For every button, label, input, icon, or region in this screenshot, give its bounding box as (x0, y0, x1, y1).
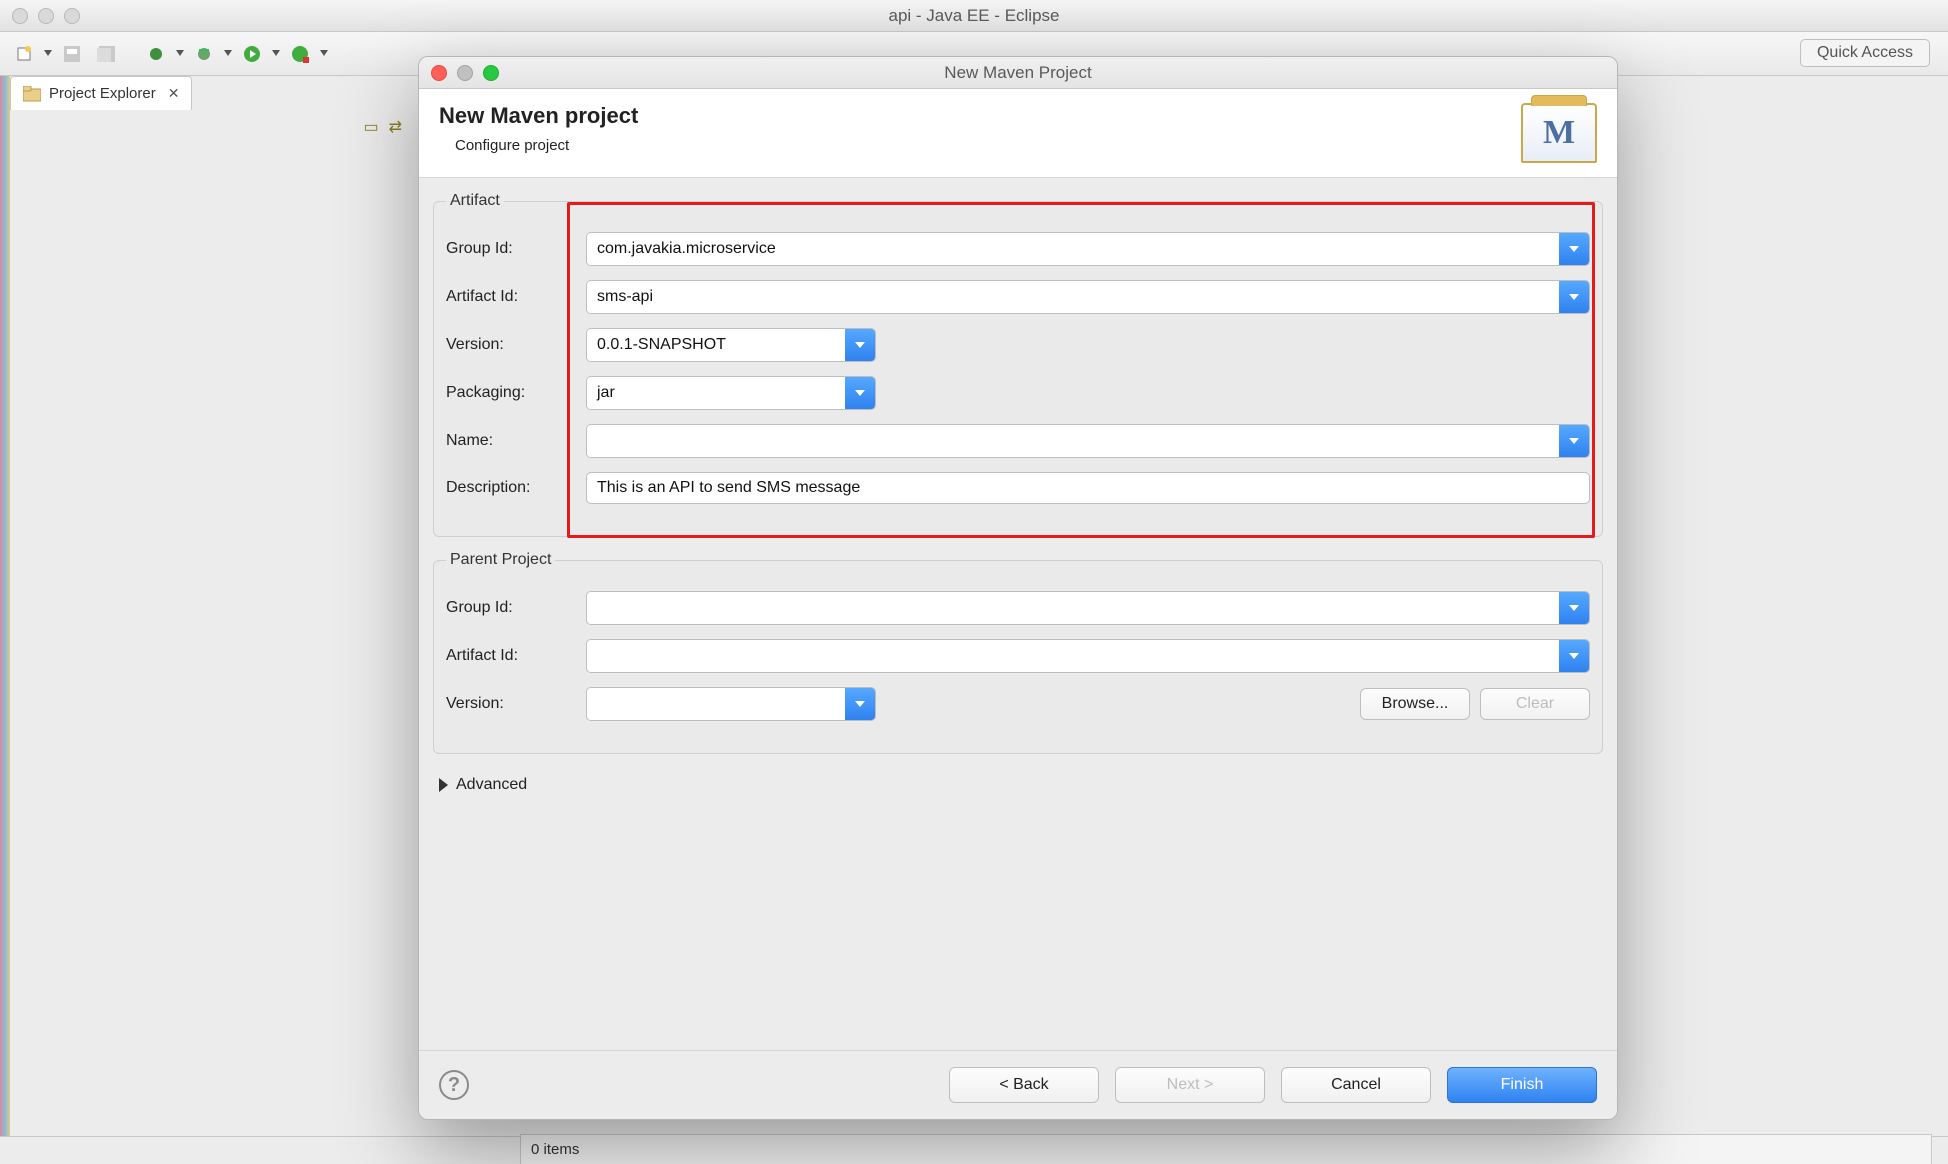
help-icon[interactable]: ? (439, 1070, 469, 1100)
dialog-header-subtitle: Configure project (455, 137, 638, 154)
quick-access-button[interactable]: Quick Access (1800, 39, 1930, 67)
packaging-input[interactable]: jar (587, 377, 845, 409)
main-window-title: api - Java EE - Eclipse (0, 6, 1948, 26)
maven-logo-icon: M (1521, 103, 1597, 163)
close-icon[interactable]: ✕ (168, 85, 180, 102)
version-combo[interactable]: 0.0.1-SNAPSHOT (586, 328, 876, 362)
items-count-label: 0 items (531, 1141, 579, 1158)
save-all-button[interactable] (92, 40, 120, 68)
bottom-items-strip: 0 items (520, 1134, 1932, 1164)
run-button[interactable] (238, 40, 266, 68)
perspective-gutter (0, 76, 10, 1136)
dialog-window-title: New Maven Project (419, 63, 1617, 83)
back-button[interactable]: < Back (949, 1067, 1099, 1103)
parent-group-id-combo[interactable] (586, 591, 1590, 625)
chevron-down-icon[interactable] (272, 50, 280, 58)
parent-version-input[interactable] (587, 688, 845, 720)
artifact-group: Artifact Group Id: com.javakia.microserv… (433, 192, 1603, 537)
parent-group-id-label: Group Id: (446, 599, 576, 617)
link-editor-icon[interactable]: ⇄ (389, 117, 402, 137)
chevron-down-icon[interactable] (1559, 425, 1589, 457)
artifact-id-label: Artifact Id: (446, 288, 576, 306)
description-input[interactable]: This is an API to send SMS message (586, 472, 1590, 504)
parent-version-combo[interactable] (586, 687, 876, 721)
next-button[interactable]: Next > (1115, 1067, 1265, 1103)
artifact-id-combo[interactable]: sms-api (586, 280, 1590, 314)
parent-artifact-id-combo[interactable] (586, 639, 1590, 673)
chevron-down-icon[interactable] (1559, 592, 1589, 624)
parent-group-id-input[interactable] (587, 592, 1559, 624)
chevron-down-icon[interactable] (1559, 640, 1589, 672)
parent-artifact-id-input[interactable] (587, 640, 1559, 672)
dialog-header-title: New Maven project (439, 103, 638, 129)
packaging-label: Packaging: (446, 384, 576, 402)
parent-version-label: Version: (446, 695, 576, 713)
group-id-input[interactable]: com.javakia.microservice (587, 233, 1559, 265)
project-explorer-label: Project Explorer (49, 85, 156, 102)
chevron-down-icon[interactable] (845, 329, 875, 361)
dialog-header: New Maven project Configure project M (419, 89, 1617, 178)
chevron-down-icon[interactable] (320, 50, 328, 58)
packaging-combo[interactable]: jar (586, 376, 876, 410)
debug-button[interactable] (142, 40, 170, 68)
artifact-id-input[interactable]: sms-api (587, 281, 1559, 313)
project-explorer-icon (23, 86, 41, 102)
parent-artifact-id-label: Artifact Id: (446, 647, 576, 665)
advanced-toggle[interactable]: Advanced (433, 768, 1603, 802)
dialog-body: Artifact Group Id: com.javakia.microserv… (419, 178, 1617, 1050)
version-label: Version: (446, 336, 576, 354)
chevron-down-icon[interactable] (44, 50, 52, 58)
save-button[interactable] (58, 40, 86, 68)
name-combo[interactable] (586, 424, 1590, 458)
collapse-all-icon[interactable]: ▭ (363, 117, 378, 137)
dialog-footer: ? < Back Next > Cancel Finish (419, 1050, 1617, 1119)
advanced-label: Advanced (456, 776, 527, 794)
dialog-titlebar: New Maven Project (419, 57, 1617, 89)
name-input[interactable] (587, 425, 1559, 457)
chevron-down-icon[interactable] (224, 50, 232, 58)
chevron-down-icon[interactable] (1559, 281, 1589, 313)
description-label: Description: (446, 479, 576, 497)
parent-project-group: Parent Project Group Id: Artifact Id: Ve… (433, 551, 1603, 754)
project-explorer-toolbar: ▭ ⇄ (10, 110, 410, 144)
clear-button[interactable]: Clear (1480, 688, 1590, 720)
parent-legend: Parent Project (446, 551, 555, 569)
artifact-legend: Artifact (446, 192, 504, 210)
version-input[interactable]: 0.0.1-SNAPSHOT (587, 329, 845, 361)
browse-button[interactable]: Browse... (1360, 688, 1470, 720)
chevron-down-icon[interactable] (1559, 233, 1589, 265)
run-red-button[interactable] (286, 40, 314, 68)
chevron-down-icon[interactable] (845, 688, 875, 720)
group-id-combo[interactable]: com.javakia.microservice (586, 232, 1590, 266)
main-window-titlebar: api - Java EE - Eclipse (0, 0, 1948, 32)
bug-button[interactable] (190, 40, 218, 68)
chevron-down-icon[interactable] (845, 377, 875, 409)
cancel-button[interactable]: Cancel (1281, 1067, 1431, 1103)
new-button[interactable] (10, 40, 38, 68)
project-explorer-tab[interactable]: Project Explorer ✕ (10, 76, 192, 110)
group-id-label: Group Id: (446, 240, 576, 258)
finish-button[interactable]: Finish (1447, 1067, 1597, 1103)
disclosure-triangle-icon (439, 778, 448, 792)
new-maven-project-dialog: New Maven Project New Maven project Conf… (418, 56, 1618, 1120)
name-label: Name: (446, 432, 576, 450)
project-explorer-view: Project Explorer ✕ ▭ ⇄ (10, 76, 410, 1136)
chevron-down-icon[interactable] (176, 50, 184, 58)
